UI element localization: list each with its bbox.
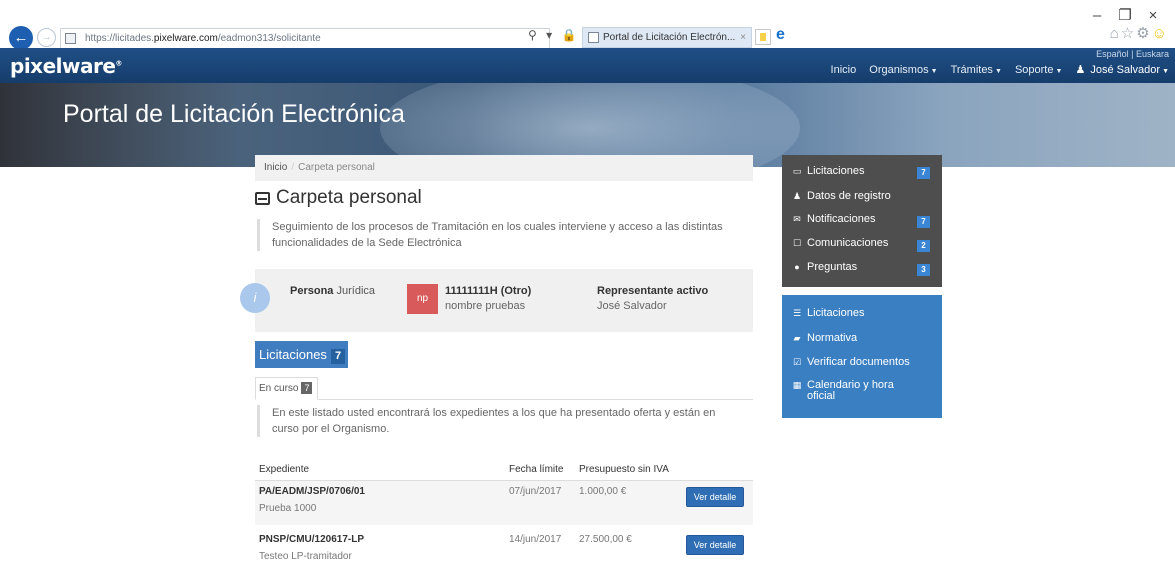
page-description: Seguimiento de los procesos de Tramitaci… (257, 219, 743, 251)
inbox-icon: ▭ (792, 166, 802, 176)
forward-button[interactable]: → (37, 28, 56, 47)
portal-title: Portal de Licitación Electrónica (63, 100, 405, 128)
sidebar-count-badge: 3 (917, 264, 930, 276)
fecha-limite: 14/jun/2017 (509, 534, 562, 545)
ver-detalle-button[interactable]: Ver detalle (686, 487, 744, 507)
sidebar-item-comunicaciones[interactable]: ☐ Comunicaciones (792, 237, 888, 249)
ie-logo-icon: e (776, 26, 785, 43)
nav-inicio[interactable]: Inicio (831, 64, 857, 76)
column-header-fecha: Fecha límite (509, 464, 564, 475)
pixelware-logo[interactable]: pixelware® (10, 54, 122, 78)
expediente-subject: Prueba 1000 (259, 503, 317, 514)
book-icon: ▰ (793, 333, 801, 343)
column-header-expediente: Expediente (259, 464, 310, 475)
tab-divider (255, 399, 753, 400)
url-text: https://licitades.pixelware.com/eadmon31… (85, 33, 321, 44)
personal-menu: ▭ Licitaciones 7 ♟ Datos de registro ✉ Noti… (782, 155, 942, 287)
sidebar-count-badge: 7 (917, 167, 930, 179)
expediente-subject: Testeo LP-tramitador (259, 551, 352, 562)
close-window-button[interactable]: × (1139, 7, 1167, 24)
envelope-icon: ✉ (793, 214, 801, 224)
page-favicon-icon (65, 33, 76, 44)
list-description: En este listado usted encontrará los exp… (257, 405, 743, 437)
site-header: pixelware® Español | Euskara Inicio Orga… (0, 48, 1175, 83)
tab-close-icon[interactable]: × (740, 28, 746, 47)
info-icon: i (240, 283, 270, 313)
tab-en-curso[interactable]: En curso 7 (255, 377, 318, 400)
expediente-code[interactable]: PA/EADM/JSP/0706/01 (259, 486, 365, 497)
feedback-smiley-icon[interactable]: ☺ (1152, 25, 1169, 42)
breadcrumb-current: Carpeta personal (298, 162, 375, 173)
sidebar-item-preguntas[interactable]: ● Preguntas (792, 261, 857, 273)
browser-chrome: ← → https://licitades.pixelware.com/eadm… (0, 0, 1175, 50)
licitaciones-heading: Licitaciones 7 (255, 341, 348, 368)
presupuesto: 1.000,00 € (579, 486, 627, 497)
expediente-code[interactable]: PNSP/CMU/120617-LP (259, 534, 364, 545)
page-title: Carpeta personal (276, 187, 422, 208)
user-icon: ♟ (792, 191, 802, 201)
avatar: np (407, 284, 438, 314)
chevron-down-icon: ▼ (1162, 68, 1169, 75)
chevron-down-icon: ▼ (1055, 68, 1063, 75)
fecha-limite: 07/jun/2017 (509, 486, 562, 497)
sidebar-item-normativa[interactable]: ▰ Normativa (792, 332, 858, 344)
sidebar-item-licitaciones[interactable]: ▭ Licitaciones (792, 165, 865, 177)
representative-name: José Salvador (597, 300, 667, 312)
tab-favicon-icon (588, 32, 599, 43)
nav-tramites[interactable]: Trámites ▼ (946, 64, 1002, 76)
sidebar-count-badge: 2 (917, 240, 930, 252)
presupuesto: 27.500,00 € (579, 534, 632, 545)
inbox-icon (255, 192, 270, 205)
new-tab-icon[interactable] (755, 29, 771, 45)
address-bar[interactable]: https://licitades.pixelware.com/eadmon31… (60, 28, 550, 49)
window-controls: – ❐ × (1083, 6, 1167, 24)
chevron-down-icon: ▼ (994, 68, 1002, 75)
question-icon: ● (794, 262, 800, 272)
browser-tab[interactable]: Portal de Licitación Electrón... × (582, 27, 752, 48)
browser-tools: ⌂☆⚙☺ (1110, 24, 1169, 42)
list-icon: ☰ (792, 308, 802, 318)
column-header-presupuesto: Presupuesto sin IVA (579, 464, 669, 475)
language-switcher[interactable]: Español | Euskara (1096, 49, 1169, 59)
breadcrumb-separator: / (291, 162, 295, 173)
main-nav: Inicio Organismos ▼ Trámites ▼ Soporte ▼ ♟ J… (826, 63, 1169, 76)
ver-detalle-button[interactable]: Ver detalle (686, 535, 744, 555)
breadcrumb: Inicio / Carpeta personal (255, 155, 753, 181)
nav-organismos[interactable]: Organismos ▼ (864, 64, 937, 76)
sidebar-item-notificaciones[interactable]: ✉ Notificaciones (792, 213, 875, 225)
persona-name: nombre pruebas (445, 300, 526, 312)
check-square-icon: ☑ (792, 357, 802, 367)
sidebar-item-verificar[interactable]: ☑ Verificar documentos (792, 356, 910, 368)
general-menu: ☰ Licitaciones ▰ Normativa ☑ Verificar docu… (782, 295, 942, 418)
settings-gear-icon[interactable]: ⚙ (1136, 25, 1151, 42)
persona-type: Persona Jurídica (290, 285, 376, 297)
breadcrumb-home[interactable]: Inicio (264, 162, 287, 173)
home-icon[interactable]: ⌂ (1110, 25, 1121, 42)
tab-title: Portal de Licitación Electrón... (603, 32, 736, 43)
back-button[interactable]: ← (9, 26, 33, 50)
sidebar-item-datos-registro[interactable]: ♟ Datos de registro (792, 190, 891, 202)
representative-label: Representante activo (597, 285, 709, 297)
sidebar-count-badge: 7 (917, 216, 930, 228)
user-icon: ♟ (1075, 64, 1086, 76)
favorites-star-icon[interactable]: ☆ (1121, 25, 1136, 42)
tab-count-badge: 7 (301, 382, 313, 394)
nav-user-menu[interactable]: ♟ José Salvador ▼ (1070, 64, 1169, 76)
nav-soporte[interactable]: Soporte ▼ (1010, 64, 1062, 76)
persona-id: 11111111H (Otro) (445, 285, 532, 297)
minimize-button[interactable]: – (1083, 7, 1111, 24)
restore-button[interactable]: ❐ (1111, 6, 1139, 24)
sidebar-item-calendario[interactable]: ▦ Calendario y hora oficial (792, 380, 894, 402)
envelope-outline-icon: ☐ (792, 238, 802, 248)
chevron-down-icon: ▼ (930, 68, 938, 75)
sidebar-item-licitaciones-general[interactable]: ☰ Licitaciones (792, 307, 865, 319)
licitaciones-count: 7 (330, 349, 346, 364)
